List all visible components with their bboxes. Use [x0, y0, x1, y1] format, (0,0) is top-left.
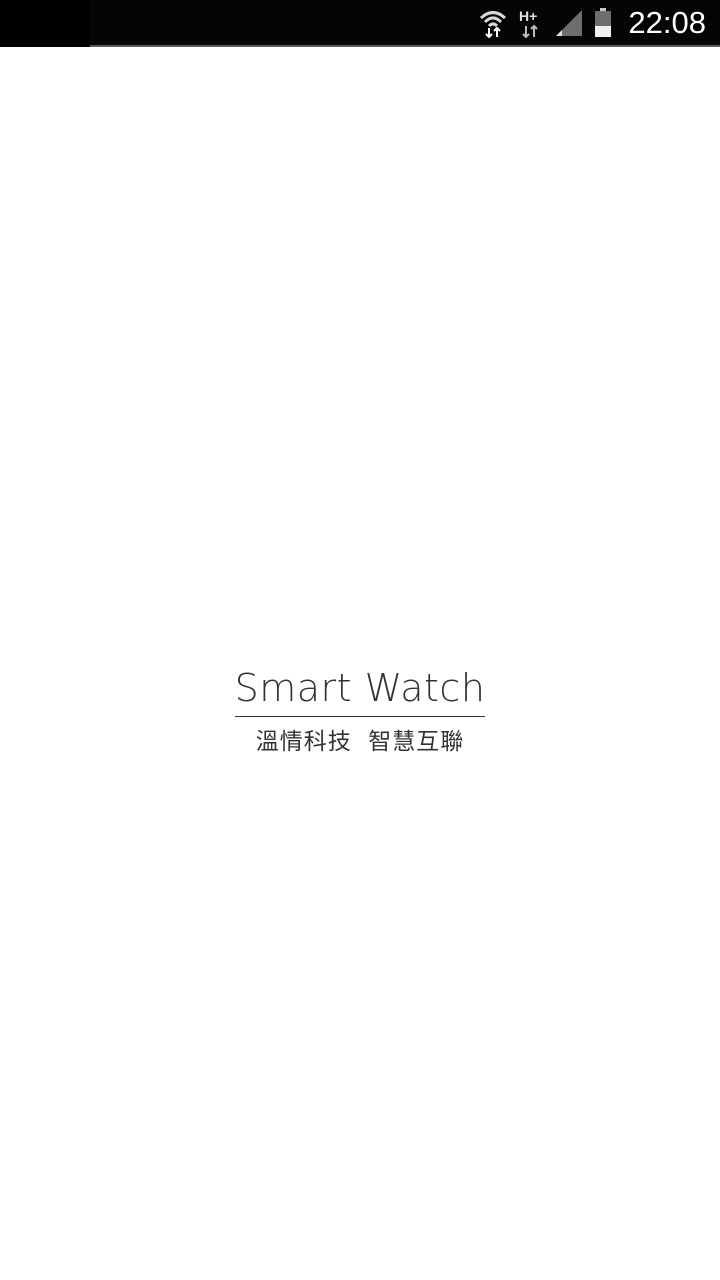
- battery-icon: [595, 7, 612, 37]
- status-icons: H+ 22:08: [478, 0, 706, 45]
- app-slogan: 溫情科技 智慧互聯: [255, 729, 465, 755]
- wifi-icon: [480, 10, 507, 38]
- network-type-icon: H+: [519, 8, 539, 38]
- splash-branding: Smart Watch 溫情科技 智慧互聯: [0, 664, 720, 759]
- brand-block: Smart Watch 溫情科技 智慧互聯: [234, 664, 486, 759]
- splash-screen: H+ 22:08 Smart Watch 溫情科技 智慧互聯: [0, 0, 720, 1280]
- status-bar-notification-area: [0, 0, 90, 47]
- app-title: Smart Watch: [234, 664, 486, 717]
- status-bar: H+ 22:08: [0, 0, 720, 47]
- network-type-label: H+: [519, 8, 537, 24]
- status-time: 22:08: [628, 4, 706, 40]
- signal-icon: [556, 9, 583, 36]
